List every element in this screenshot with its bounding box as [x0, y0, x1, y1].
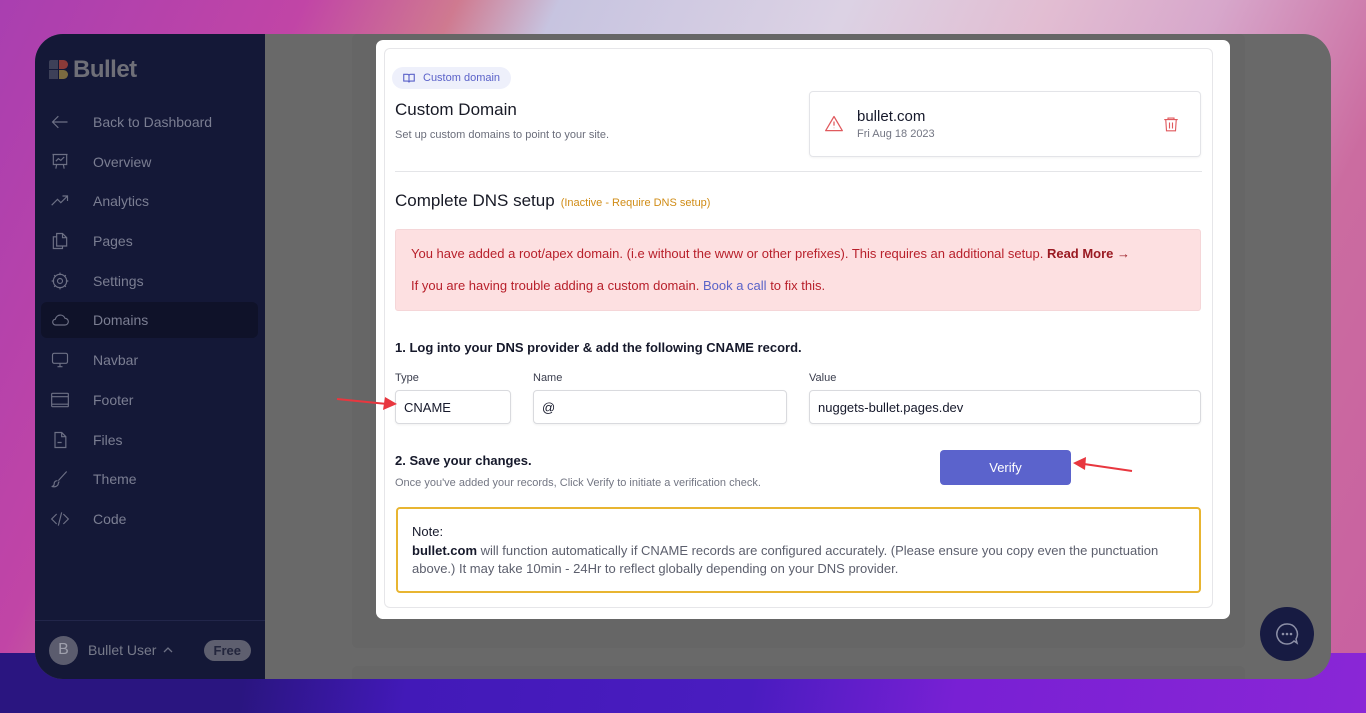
brand-name: Bullet [73, 56, 137, 83]
read-more-link[interactable]: Read More → [1047, 246, 1130, 261]
alert-text: You have added a root/apex domain. (i.e … [411, 246, 1044, 261]
modal-subtitle: Set up custom domains to point to your s… [395, 129, 610, 141]
app-window: Bullet Back to Dashboard Overview Analyt… [35, 34, 1331, 679]
custom-domain-pill[interactable]: Custom domain [392, 67, 512, 89]
book-a-call-link[interactable]: Book a call [703, 278, 767, 293]
warning-icon [825, 115, 843, 132]
documents-icon [49, 230, 71, 252]
modal-content: Custom domain Custom Domain Set up custo… [384, 48, 1213, 608]
value-field[interactable]: nuggets-bullet.pages.dev [809, 390, 1201, 424]
plan-badge: Free [203, 639, 251, 661]
chat-support-button[interactable] [1260, 607, 1314, 661]
dns-setup-title: Complete DNS setup (Inactive - Require DN… [395, 191, 710, 211]
brand-logo[interactable]: Bullet [49, 56, 137, 84]
domain-date: Fri Aug 18 2023 [857, 128, 935, 140]
section-divider [395, 171, 1202, 172]
sidebar-divider [35, 620, 265, 621]
sidebar-item-files[interactable]: Files [41, 422, 258, 458]
sidebar-item-label: Back to Dashboard [93, 114, 213, 130]
sidebar: Bullet Back to Dashboard Overview Analyt… [35, 34, 265, 679]
avatar: B [49, 635, 78, 665]
modal-title: Custom Domain [395, 100, 517, 119]
footer-layout-icon [49, 389, 71, 411]
domain-name: bullet.com [857, 108, 926, 125]
value-label: Value [809, 372, 837, 384]
note-body: bullet.com will function automatically i… [412, 542, 1185, 578]
code-icon [49, 508, 71, 530]
dns-status-badge: (Inactive - Require DNS setup) [560, 197, 711, 209]
custom-domain-modal: Custom domain Custom Domain Set up custo… [376, 40, 1230, 619]
sidebar-item-label: Theme [93, 471, 137, 488]
sidebar-item-label: Overview [93, 153, 152, 170]
user-menu[interactable]: B Bullet User Free [49, 635, 251, 665]
type-field[interactable]: CNAME [395, 390, 511, 424]
sidebar-item-label: Analytics [93, 193, 150, 210]
apex-domain-alert: You have added a root/apex domain. (i.e … [395, 229, 1201, 311]
user-name: Bullet User [88, 642, 157, 658]
chevron-up-icon [164, 647, 173, 653]
alert-text: If you are having trouble adding a custo… [411, 278, 700, 293]
domain-card: bullet.com Fri Aug 18 2023 [809, 91, 1201, 157]
annotation-arrow-icon [1073, 457, 1133, 472]
step-2-description: Once you've added your records, Click Ve… [395, 477, 761, 489]
sidebar-item-analytics[interactable]: Analytics [41, 183, 258, 219]
alert-line-2: If you are having trouble adding a custo… [411, 278, 825, 293]
sidebar-item-back-to-dashboard[interactable]: Back to Dashboard [41, 104, 258, 140]
sidebar-item-label: Code [93, 510, 127, 527]
monitor-icon [49, 349, 71, 371]
sidebar-item-code[interactable]: Code [41, 501, 258, 537]
trending-up-icon [49, 190, 71, 212]
chat-bubble-icon [1276, 623, 1299, 645]
sidebar-nav: Back to Dashboard Overview Analytics Pag… [41, 104, 258, 541]
sidebar-item-label: Files [93, 431, 123, 448]
step-2-instruction: 2. Save your changes. [395, 453, 532, 468]
sidebar-item-label: Pages [93, 233, 133, 250]
page-background-card [352, 666, 1245, 679]
sidebar-item-label: Domains [93, 312, 149, 329]
presentation-chart-icon [49, 151, 71, 173]
note-domain: bullet.com [412, 543, 478, 558]
file-icon [49, 429, 71, 451]
arrow-left-icon [49, 111, 71, 133]
brush-icon [49, 468, 71, 490]
sidebar-item-navbar[interactable]: Navbar [41, 342, 258, 378]
note-title: Note: [412, 524, 444, 539]
sidebar-item-label: Settings [93, 272, 144, 289]
sidebar-item-footer[interactable]: Footer [41, 382, 258, 418]
sidebar-item-settings[interactable]: Settings [41, 263, 258, 299]
trash-icon[interactable] [1162, 115, 1180, 133]
sidebar-item-label: Navbar [93, 352, 139, 369]
name-label: Name [533, 372, 563, 384]
alert-text: to fix this. [770, 278, 826, 293]
gear-icon [49, 270, 71, 292]
annotation-arrow-icon [336, 397, 397, 410]
sidebar-item-overview[interactable]: Overview [41, 144, 258, 180]
name-field[interactable]: @ [533, 390, 787, 424]
sidebar-item-pages[interactable]: Pages [41, 223, 258, 259]
note-text: will function automatically if CNAME rec… [412, 543, 1159, 576]
note-box: Note: bullet.com will function automatic… [396, 507, 1201, 593]
sidebar-item-domains[interactable]: Domains [41, 302, 258, 339]
sidebar-item-label: Footer [93, 391, 134, 408]
pill-label: Custom domain [423, 72, 501, 84]
book-icon [403, 73, 415, 83]
step-1-instruction: 1. Log into your DNS provider & add the … [395, 340, 802, 355]
verify-button[interactable]: Verify [940, 450, 1071, 485]
logo-mark-icon [49, 60, 69, 80]
dns-setup-heading: Complete DNS setup [395, 191, 555, 210]
alert-line-1: You have added a root/apex domain. (i.e … [411, 246, 1130, 261]
sidebar-item-theme[interactable]: Theme [41, 461, 258, 497]
cloud-icon [49, 309, 71, 331]
type-label: Type [395, 372, 419, 384]
